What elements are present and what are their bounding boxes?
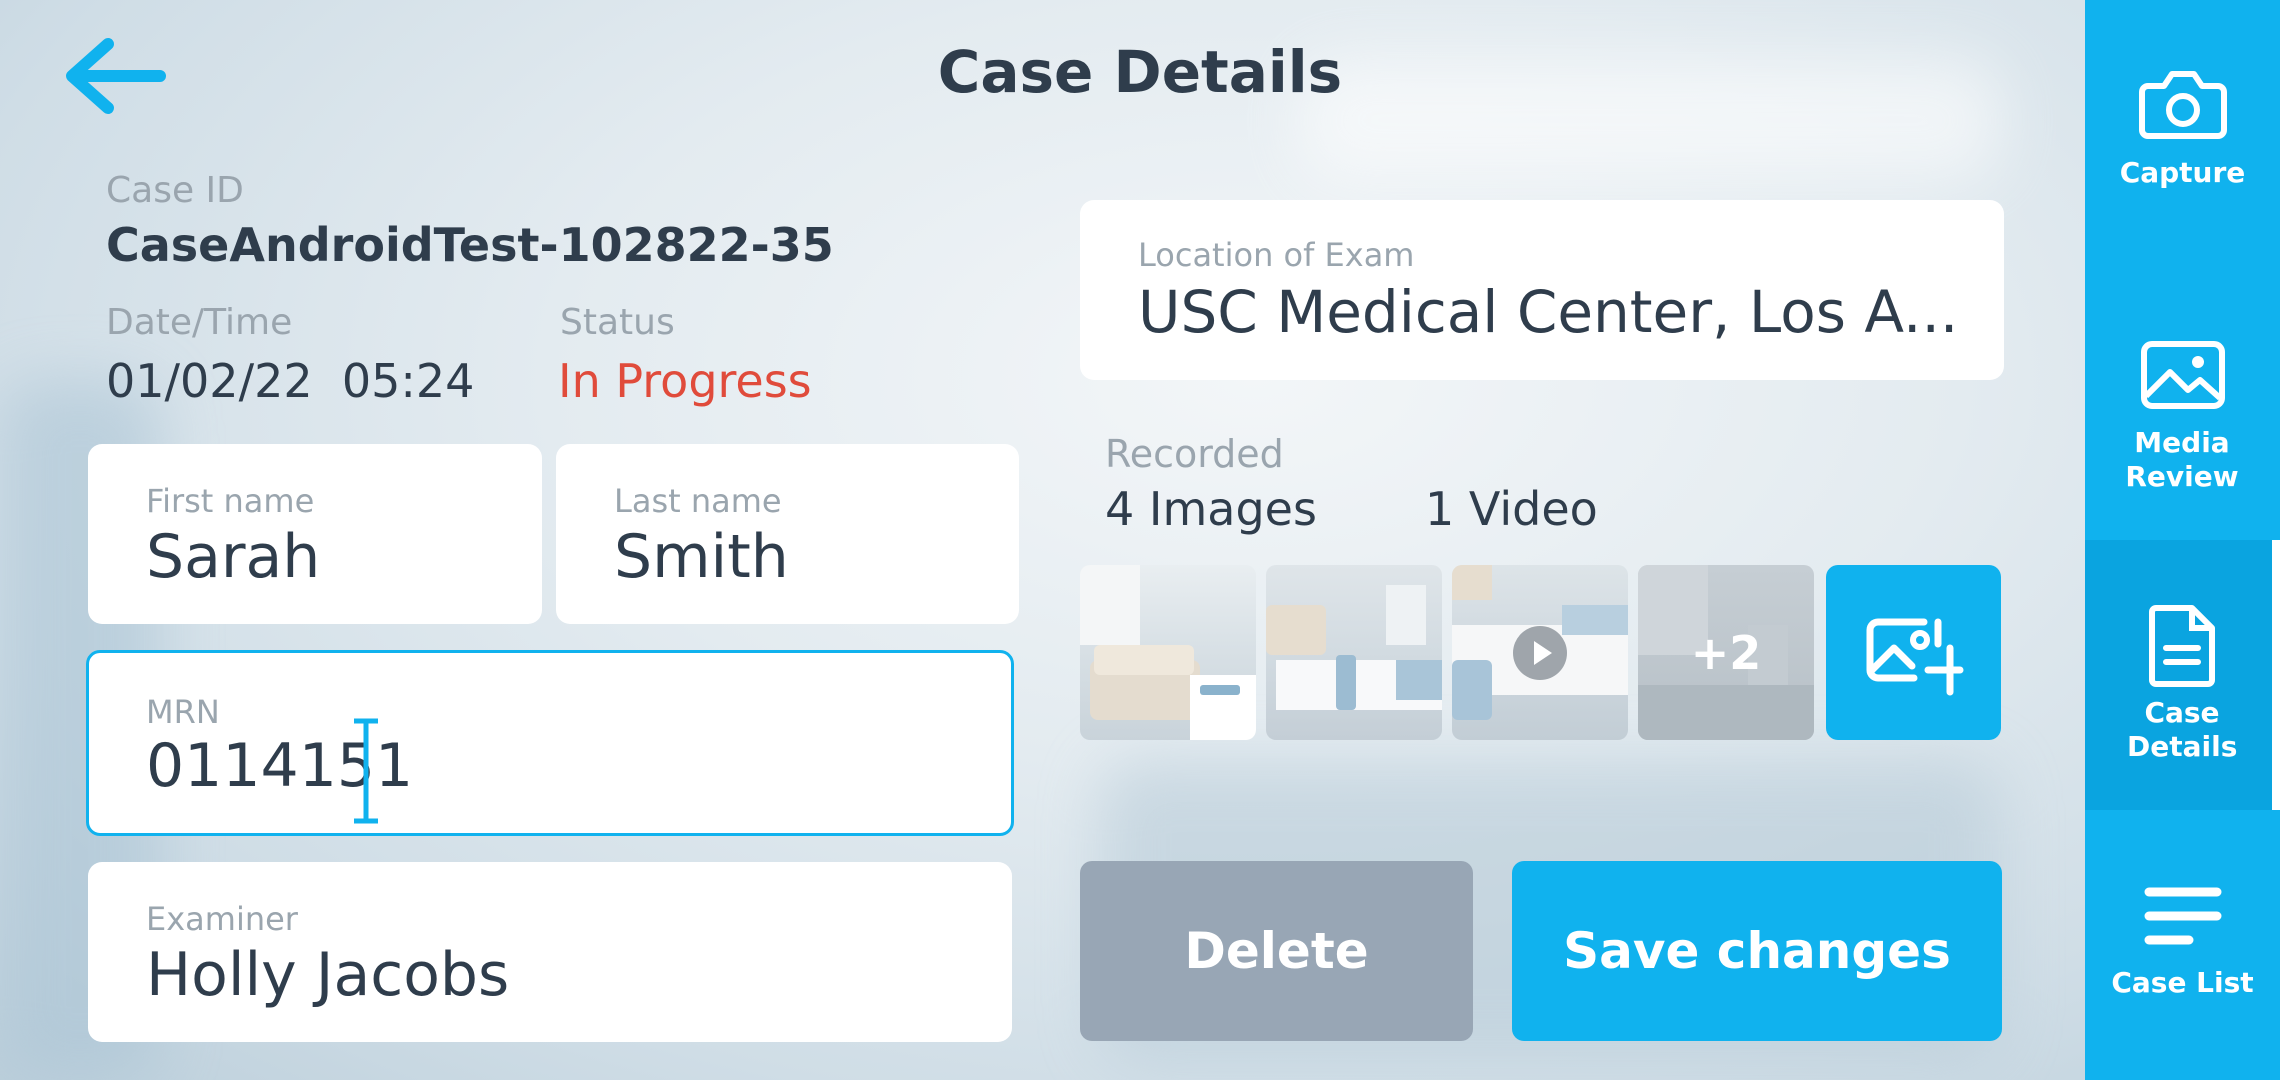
sidebar-item-media-review[interactable]: Media Review bbox=[2085, 270, 2280, 540]
media-thumbnail[interactable] bbox=[1080, 565, 1256, 740]
media-thumbnail[interactable] bbox=[1266, 565, 1442, 740]
location-field[interactable]: Location of Exam USC Medical Center, Los… bbox=[1080, 200, 2004, 380]
videos-count: 1 Video bbox=[1425, 482, 1598, 536]
media-thumbnail-more[interactable]: +2 bbox=[1638, 565, 1814, 740]
sidebar-item-case-list[interactable]: Case List bbox=[2085, 810, 2280, 1080]
recorded-label: Recorded bbox=[1105, 432, 1284, 476]
images-count: 4 Images bbox=[1105, 482, 1317, 536]
camera-icon bbox=[2138, 71, 2227, 139]
datetime-label: Date/Time bbox=[106, 302, 293, 343]
document-icon bbox=[2148, 605, 2215, 687]
sidebar-item-case-details[interactable]: Case Details bbox=[2085, 540, 2280, 810]
add-media-button[interactable] bbox=[1826, 565, 2001, 740]
sidebar-item-capture[interactable]: Capture bbox=[2085, 0, 2280, 270]
delete-button[interactable]: Delete bbox=[1080, 861, 1473, 1041]
page-title: Case Details bbox=[937, 38, 1343, 106]
location-value: USC Medical Center, Los A... bbox=[1138, 278, 1959, 346]
image-icon bbox=[2140, 341, 2225, 409]
bed-image bbox=[1266, 585, 1442, 710]
more-media-badge: +2 bbox=[1690, 625, 1762, 680]
datetime-value: 01/02/22 05:24 bbox=[106, 354, 475, 408]
case-id-value: CaseAndroidTest-102822-35 bbox=[106, 218, 834, 272]
first-name-label: First name bbox=[146, 482, 315, 520]
last-name-value: Smith bbox=[614, 522, 789, 592]
mrn-label: MRN bbox=[146, 693, 220, 731]
status-label: Status bbox=[560, 302, 675, 343]
sofa-image bbox=[1080, 565, 1256, 740]
sidebar-item-label: Case Details bbox=[2127, 696, 2238, 763]
status-badge: In Progress bbox=[558, 354, 812, 408]
location-label: Location of Exam bbox=[1138, 236, 1415, 274]
sidebar-item-label: Case List bbox=[2111, 966, 2254, 999]
examiner-label: Examiner bbox=[146, 900, 298, 938]
add-image-icon bbox=[1866, 618, 1963, 695]
case-id-label: Case ID bbox=[106, 170, 244, 211]
mrn-field[interactable]: MRN 0114151 bbox=[86, 650, 1014, 836]
first-name-value: Sarah bbox=[146, 522, 321, 592]
last-name-label: Last name bbox=[614, 482, 782, 520]
examiner-value: Holly Jacobs bbox=[146, 940, 510, 1010]
save-changes-button[interactable]: Save changes bbox=[1512, 861, 2002, 1041]
video-thumbnail[interactable] bbox=[1452, 565, 1628, 740]
sidebar: Capture Media Review Case Details Case L… bbox=[2085, 0, 2280, 1080]
play-icon bbox=[1513, 626, 1567, 680]
sidebar-item-label: Capture bbox=[2119, 156, 2246, 189]
first-name-field[interactable]: First name Sarah bbox=[88, 444, 542, 624]
last-name-field[interactable]: Last name Smith bbox=[556, 444, 1019, 624]
examiner-field[interactable]: Examiner Holly Jacobs bbox=[88, 862, 1012, 1042]
text-cursor-icon bbox=[354, 718, 378, 824]
sidebar-item-label: Media Review bbox=[2125, 426, 2239, 493]
list-icon bbox=[2144, 887, 2221, 945]
